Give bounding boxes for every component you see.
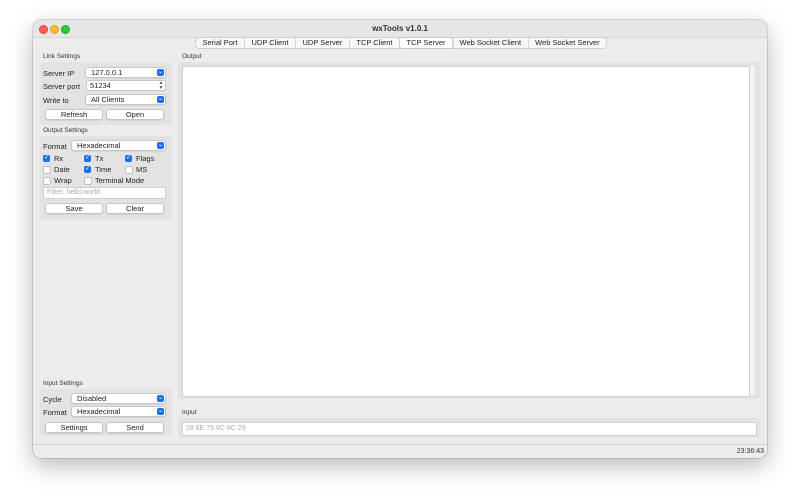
input-format-combo[interactable]: Hexadecimal ⌄: [71, 406, 166, 417]
tab-tcp-server[interactable]: TCP Server: [399, 38, 454, 48]
output-format-combo[interactable]: Hexadecimal ⌄: [71, 140, 166, 151]
write-to-combo[interactable]: All Clients ⌄: [85, 94, 166, 105]
chevron-down-icon: ⌄: [157, 69, 164, 76]
status-bar: 23:36:43: [33, 444, 767, 458]
link-settings-title: Link Settings: [43, 53, 81, 60]
chevron-down-icon: ⌄: [157, 96, 164, 103]
filter-placeholder: Filter: hello;world: [47, 189, 100, 196]
output-format-value: Hexadecimal: [77, 141, 121, 150]
tab-web-socket-server[interactable]: Web Socket Server: [529, 38, 606, 48]
date-checkbox[interactable]: [43, 166, 51, 174]
cycle-value: Disabled: [77, 394, 107, 403]
open-button[interactable]: Open: [106, 109, 164, 120]
tab-udp-client[interactable]: UDP Client: [245, 38, 296, 48]
ms-label: MS: [136, 165, 148, 174]
cycle-label: Cycle: [43, 395, 62, 404]
window-title: wxTools v1.0.1: [372, 24, 428, 33]
tx-label: Tx: [95, 154, 104, 163]
output-text-area[interactable]: [182, 66, 750, 397]
server-ip-combo[interactable]: 127.0.0.1 ⌄: [85, 67, 166, 78]
server-port-value: 51234: [90, 81, 111, 90]
output-title: Output: [182, 53, 202, 60]
filter-input[interactable]: Filter: hello;world: [43, 187, 166, 199]
refresh-button[interactable]: Refresh: [45, 109, 103, 120]
send-button[interactable]: Send: [106, 422, 164, 433]
tx-checkbox[interactable]: ✓: [84, 155, 91, 162]
title-bar: wxTools v1.0.1: [33, 20, 767, 38]
ms-checkbox[interactable]: [125, 166, 133, 174]
server-ip-value: 127.0.0.1: [91, 68, 123, 77]
server-port-spinbox[interactable]: 51234 ▲ ▼: [86, 80, 166, 91]
output-settings-title: Output Settings: [43, 127, 88, 134]
tab-udp-server[interactable]: UDP Server: [296, 38, 350, 48]
chevron-down-icon: ⌄: [157, 142, 164, 149]
input-title: Input: [182, 409, 197, 416]
input-settings-title: Input Settings: [43, 380, 83, 387]
save-button[interactable]: Save: [45, 203, 103, 214]
flags-checkbox[interactable]: ✓: [125, 155, 132, 162]
flags-label: Flags: [136, 154, 155, 163]
chevron-down-icon: ⌄: [157, 408, 164, 415]
write-to-value: All Clients: [91, 95, 125, 104]
chevron-down-icon: ⌄: [157, 395, 164, 402]
wrap-checkbox[interactable]: [43, 177, 51, 185]
write-to-label: Write to: [43, 96, 69, 105]
input-placeholder: 28 6E 75 6C 6C 29: [186, 425, 246, 432]
rx-label: Rx: [54, 154, 64, 163]
server-ip-label: Server IP: [43, 69, 75, 78]
terminal-mode-label: Terminal Mode: [95, 176, 145, 185]
input-text-field[interactable]: 28 6E 75 6C 6C 29: [182, 422, 757, 436]
time-label: Time: [95, 165, 112, 174]
tab-bar: Serial Port UDP Client UDP Server TCP Cl…: [195, 37, 608, 49]
tab-web-socket-client[interactable]: Web Socket Client: [453, 38, 529, 48]
input-format-value: Hexadecimal: [77, 407, 121, 416]
date-label: Date: [54, 165, 70, 174]
stepper-arrows-icon[interactable]: ▲ ▼: [158, 81, 164, 91]
status-clock: 23:36:43: [736, 448, 764, 455]
terminal-mode-checkbox[interactable]: [84, 177, 92, 185]
app-window: wxTools v1.0.1 Serial Port UDP Client UD…: [33, 20, 767, 458]
tab-serial-port[interactable]: Serial Port: [196, 38, 246, 48]
rx-checkbox[interactable]: ✓: [43, 155, 50, 162]
time-checkbox[interactable]: ✓: [84, 166, 91, 173]
cycle-combo[interactable]: Disabled ⌄: [71, 393, 166, 404]
input-format-label: Format: [43, 408, 67, 417]
output-scrollbar[interactable]: [750, 66, 755, 395]
server-port-label: Server port: [43, 82, 81, 91]
wrap-label: Wrap: [54, 176, 72, 185]
clear-button[interactable]: Clear: [106, 203, 164, 214]
output-format-label: Format: [43, 142, 67, 151]
tab-tcp-client[interactable]: TCP Client: [350, 38, 400, 48]
settings-button[interactable]: Settings: [45, 422, 103, 433]
